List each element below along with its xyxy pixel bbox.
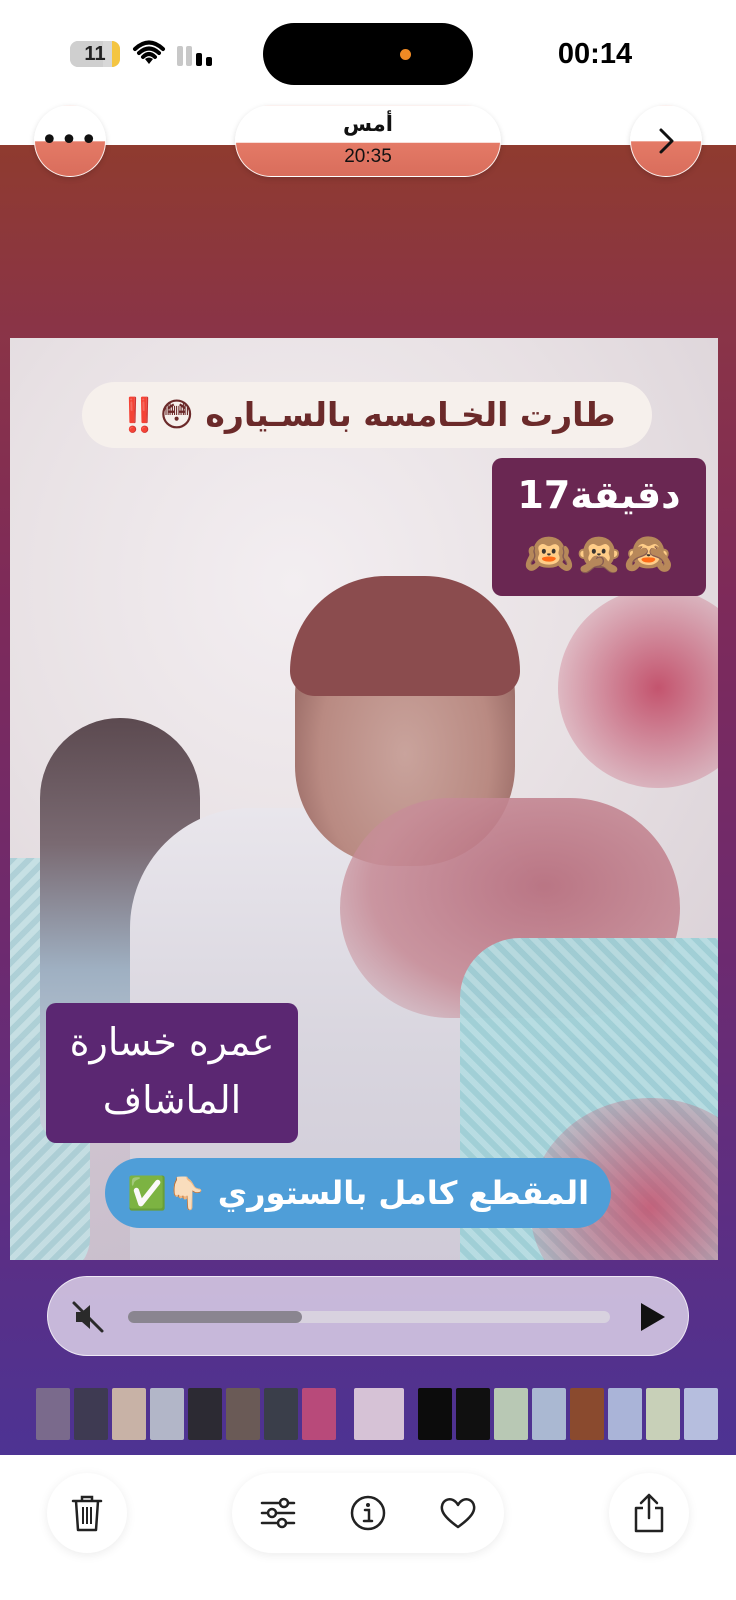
duration-text: 17دقيقة (517, 473, 681, 517)
progress-track[interactable] (128, 1311, 610, 1323)
adjust-button[interactable] (258, 1493, 298, 1533)
heart-icon (440, 1498, 476, 1529)
thumbnail[interactable] (456, 1388, 490, 1440)
cellular-signal-icon (177, 46, 212, 66)
date-label: أمس (343, 112, 393, 136)
thumbnail[interactable] (608, 1388, 642, 1440)
thumbnail[interactable] (646, 1388, 680, 1440)
battery-icon: 11 (70, 41, 120, 67)
date-title[interactable]: أمس 20:35 (235, 105, 501, 177)
thumbnail[interactable] (226, 1388, 260, 1440)
edit-actions-group (232, 1473, 504, 1553)
share-button[interactable] (609, 1473, 689, 1553)
camera-indicator-icon (400, 49, 411, 60)
thumbnail[interactable] (36, 1388, 70, 1440)
status-time: 00:14 (557, 38, 633, 70)
sliders-icon (260, 1497, 296, 1529)
video-player-controls (47, 1276, 689, 1356)
progress-fill (128, 1311, 302, 1323)
thumbnail[interactable] (418, 1388, 452, 1440)
ellipsis-icon: ••• (40, 123, 100, 158)
info-icon (350, 1495, 386, 1531)
name-line-1: عمره خسارة (69, 1020, 275, 1064)
dynamic-island (263, 23, 473, 85)
video-caption-name: عمره خسارة الماشاف (46, 1003, 298, 1143)
video-caption-duration: 17دقيقة 🙉🙊🙈 (492, 458, 706, 596)
thumbnail-selected[interactable] (354, 1388, 404, 1440)
next-button[interactable] (630, 105, 702, 177)
info-button[interactable] (348, 1493, 388, 1533)
thumbnail[interactable] (264, 1388, 298, 1440)
thumbnail[interactable] (188, 1388, 222, 1440)
thumbnail[interactable] (302, 1388, 336, 1440)
thumbnail-strip[interactable] (0, 1388, 736, 1440)
name-line-2: الماشاف (102, 1078, 242, 1122)
share-icon (634, 1493, 664, 1533)
thumbnail[interactable] (74, 1388, 108, 1440)
thumbnail[interactable] (532, 1388, 566, 1440)
thumbnail[interactable] (112, 1388, 146, 1440)
delete-button[interactable] (47, 1473, 127, 1553)
more-button[interactable]: ••• (34, 105, 106, 177)
trash-icon (71, 1495, 103, 1532)
monkey-emojis: 🙉🙊🙈 (524, 531, 674, 577)
thumbnail[interactable] (150, 1388, 184, 1440)
time-label: 20:35 (344, 146, 392, 167)
video-caption-title: طارت الخـامسه بالسـياره 😳‼️ (82, 382, 652, 448)
speaker-muted-icon[interactable] (68, 1297, 108, 1337)
favorite-button[interactable] (438, 1493, 478, 1533)
thumbnail[interactable] (684, 1388, 718, 1440)
status-bar: 11 00:14 (0, 0, 736, 105)
thumbnail[interactable] (494, 1388, 528, 1440)
chevron-right-icon (659, 128, 674, 154)
wifi-icon (133, 40, 165, 64)
play-icon[interactable] (633, 1299, 669, 1335)
video-caption-story: المقطع كامل بالستوري 👇🏻✅ (105, 1158, 611, 1228)
thumbnail[interactable] (570, 1388, 604, 1440)
battery-level: 11 (84, 43, 106, 65)
